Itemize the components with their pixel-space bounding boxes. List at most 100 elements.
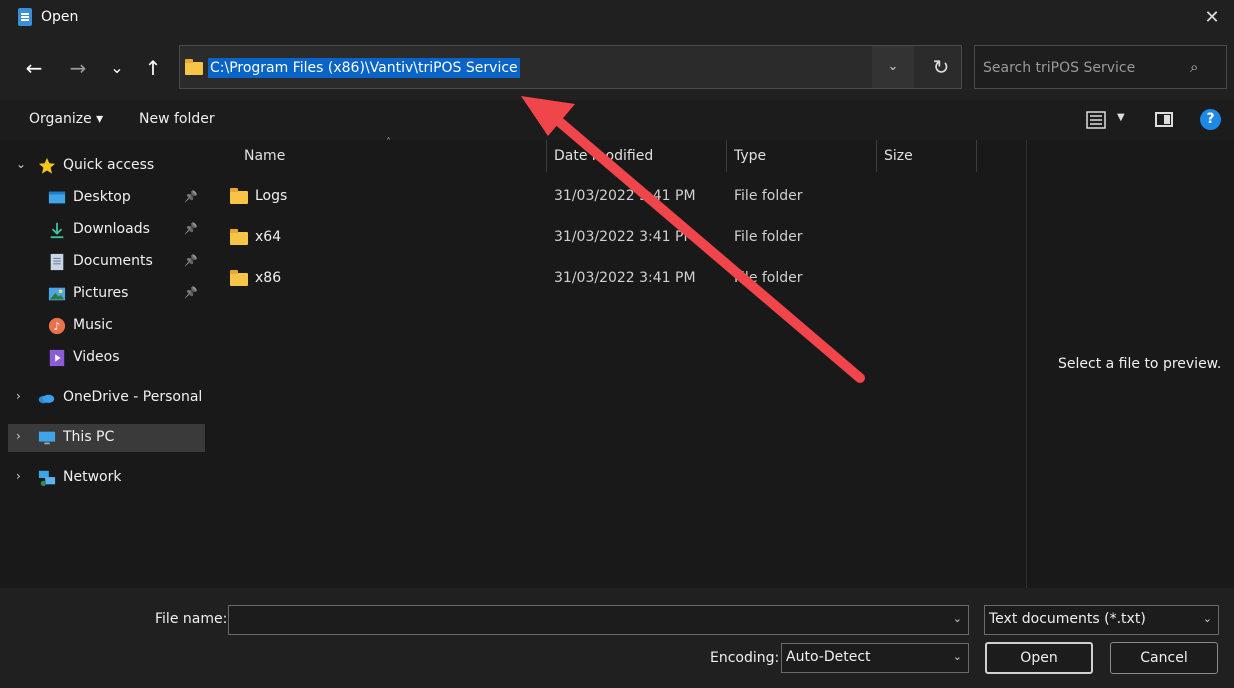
network-icon — [38, 470, 56, 487]
column-header-name[interactable]: Name — [244, 140, 285, 172]
file-date: 31/03/2022 3:41 PM — [554, 270, 696, 286]
file-row-logs[interactable]: Logs 31/03/2022 3:41 PM File folder — [220, 179, 980, 217]
open-button[interactable]: Open — [985, 642, 1093, 674]
close-button[interactable]: ✕ — [1198, 4, 1226, 32]
file-type: File folder — [734, 188, 803, 204]
new-folder-button[interactable]: New folder — [139, 111, 215, 127]
address-path[interactable]: C:\Program Files (x86)\Vantiv\triPOS Ser… — [208, 58, 520, 78]
column-divider[interactable] — [876, 140, 877, 172]
file-name: Logs — [255, 188, 288, 204]
nav-label-quick-access: Quick access — [63, 157, 155, 173]
title-bar: Open ✕ — [0, 0, 1234, 36]
nav-item-pictures[interactable]: Pictures 📌 — [8, 280, 205, 308]
expand-chevron-icon[interactable]: › — [16, 429, 28, 443]
file-list: Name ˄ Date modified Type Size Logs 31/0… — [208, 137, 1026, 588]
star-icon — [38, 157, 56, 174]
nav-label-network: Network — [63, 469, 122, 485]
search-icon[interactable]: ⌕ — [1190, 58, 1208, 76]
folder-icon — [185, 59, 203, 75]
view-options-icon[interactable] — [1086, 110, 1106, 130]
file-date: 31/03/2022 3:41 PM — [554, 229, 696, 245]
column-header-type[interactable]: Type — [734, 140, 766, 172]
folder-icon — [230, 229, 248, 245]
preview-message: Select a file to preview. — [1058, 356, 1222, 372]
music-icon: ♪ — [48, 317, 66, 335]
refresh-button[interactable]: ↻ — [921, 46, 961, 88]
column-divider[interactable] — [546, 140, 547, 172]
encoding-label: Encoding: — [710, 650, 780, 666]
nav-this-pc[interactable]: › This PC — [8, 424, 205, 452]
file-name-input[interactable] — [235, 611, 901, 629]
pin-icon: 📌 — [184, 286, 198, 299]
recent-locations-button[interactable]: ⌄ — [102, 53, 132, 83]
chevron-down-icon[interactable]: ⌄ — [953, 650, 962, 663]
pin-icon: 📌 — [184, 222, 198, 235]
file-type-value: Text documents (*.txt) — [989, 611, 1146, 627]
pin-icon: 📌 — [184, 190, 198, 203]
column-label-name: Name — [244, 148, 286, 164]
search-box[interactable]: ⌕ — [974, 45, 1227, 89]
file-name: x86 — [255, 270, 282, 286]
nav-onedrive[interactable]: › OneDrive - Personal — [8, 384, 205, 412]
computer-icon — [38, 431, 56, 445]
up-button[interactable]: ↑ — [138, 53, 168, 83]
chevron-down-icon[interactable]: ⌄ — [953, 612, 962, 625]
nav-item-music[interactable]: ♪ Music — [8, 312, 205, 340]
downloads-icon — [50, 222, 64, 239]
organize-button[interactable]: Organize ▾ — [29, 111, 103, 127]
expand-chevron-icon[interactable]: › — [16, 469, 28, 483]
file-row-x64[interactable]: x64 31/03/2022 3:41 PM File folder — [220, 220, 980, 258]
folder-icon — [230, 188, 248, 204]
nav-label-downloads: Downloads — [73, 221, 150, 237]
nav-label-music: Music — [73, 317, 113, 333]
file-date: 31/03/2022 3:41 PM — [554, 188, 696, 204]
preview-pane: Select a file to preview. — [1026, 140, 1234, 588]
pictures-icon — [48, 287, 66, 301]
onedrive-icon — [38, 394, 55, 404]
desktop-icon — [48, 191, 66, 204]
file-name-combobox[interactable]: ⌄ — [228, 605, 969, 635]
file-type-select[interactable]: Text documents (*.txt) ⌄ — [984, 605, 1219, 635]
file-name-label: File name: — [155, 611, 228, 627]
nav-label-onedrive: OneDrive - Personal — [63, 389, 203, 405]
file-row-x86[interactable]: x86 31/03/2022 3:41 PM File folder — [220, 261, 980, 299]
pin-icon: 📌 — [184, 254, 198, 267]
nav-label-documents: Documents — [73, 253, 153, 269]
column-divider[interactable] — [726, 140, 727, 172]
back-button[interactable]: ← — [19, 53, 49, 83]
open-dialog: Open ✕ ← → ⌄ ↑ C:\Program Files (x86)\Va… — [0, 0, 1234, 688]
videos-icon — [49, 349, 65, 367]
encoding-value: Auto-Detect — [786, 649, 871, 665]
nav-item-downloads[interactable]: Downloads 📌 — [8, 216, 205, 244]
collapse-chevron-icon[interactable]: ⌄ — [16, 157, 28, 171]
address-bar[interactable]: C:\Program Files (x86)\Vantiv\triPOS Ser… — [179, 45, 962, 89]
chevron-down-icon[interactable]: ⌄ — [1203, 612, 1212, 625]
view-options-dropdown[interactable]: ▼ — [1117, 112, 1125, 123]
expand-chevron-icon[interactable]: › — [16, 389, 28, 403]
nav-item-desktop[interactable]: Desktop 📌 — [8, 184, 205, 212]
column-header-date[interactable]: Date modified — [554, 140, 653, 172]
address-dropdown-button[interactable]: ⌄ — [872, 46, 914, 88]
help-icon[interactable]: ? — [1200, 109, 1221, 130]
documents-icon — [50, 253, 64, 271]
encoding-select[interactable]: Auto-Detect ⌄ — [781, 643, 969, 673]
dialog-footer: File name: ⌄ Text documents (*.txt) ⌄ En… — [0, 588, 1234, 688]
nav-label-desktop: Desktop — [73, 189, 131, 205]
folder-icon — [230, 270, 248, 286]
nav-quick-access[interactable]: ⌄ Quick access — [8, 152, 205, 180]
cancel-button[interactable]: Cancel — [1110, 642, 1218, 674]
nav-item-videos[interactable]: Videos — [8, 344, 205, 372]
notepad-icon — [18, 8, 32, 26]
nav-network[interactable]: › Network — [8, 464, 205, 492]
navigation-pane: ⌄ Quick access Desktop 📌 Downloads 📌 Doc… — [8, 140, 205, 588]
column-header-size[interactable]: Size — [884, 140, 913, 172]
file-type: File folder — [734, 229, 803, 245]
sort-ascending-icon: ˄ — [386, 137, 391, 148]
file-type: File folder — [734, 270, 803, 286]
column-divider[interactable] — [976, 140, 977, 172]
nav-item-documents[interactable]: Documents 📌 — [8, 248, 205, 276]
preview-pane-icon[interactable] — [1155, 112, 1173, 127]
navigation-bar: ← → ⌄ ↑ C:\Program Files (x86)\Vantiv\tr… — [0, 36, 1234, 100]
forward-button[interactable]: → — [63, 53, 93, 83]
search-input[interactable] — [983, 58, 1183, 78]
